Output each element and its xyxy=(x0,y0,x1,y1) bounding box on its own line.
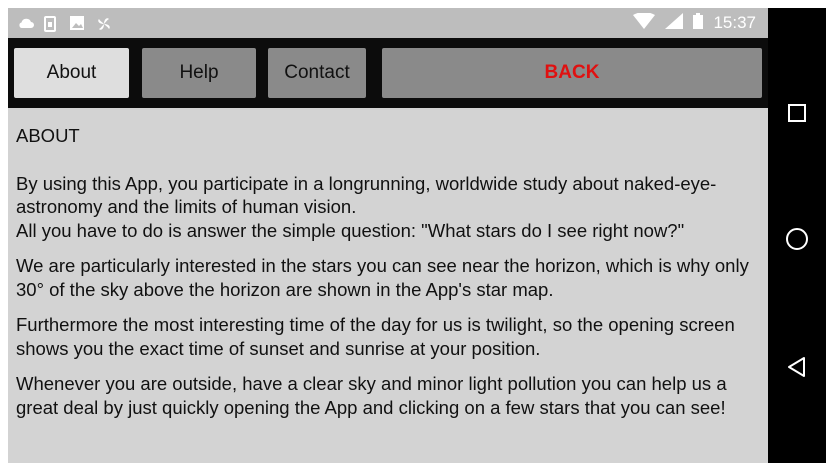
system-nav-bar xyxy=(768,8,826,463)
clock-time: 15:37 xyxy=(713,13,756,32)
about-button[interactable]: About xyxy=(14,48,129,98)
notification-icons xyxy=(8,16,110,32)
wifi-icon xyxy=(633,11,656,34)
battery-icon xyxy=(693,12,704,34)
back-icon[interactable] xyxy=(768,342,826,392)
system-indicators: 15:37 xyxy=(633,11,768,34)
intro-paragraph: By using this App, you participate in a … xyxy=(16,172,762,243)
app-screen: 15:37 About Help Contact BACK ABOUT By u… xyxy=(8,8,768,463)
contact-button[interactable]: Contact xyxy=(268,48,366,98)
fan-icon xyxy=(96,16,110,30)
image-icon xyxy=(70,16,84,30)
intro-text: By using this App, you participate in a … xyxy=(16,172,717,218)
home-icon[interactable] xyxy=(768,214,826,264)
twilight-paragraph: Furthermore the most interesting time of… xyxy=(16,314,735,359)
back-button[interactable]: BACK xyxy=(382,48,762,98)
horizon-paragraph: We are particularly interested in the st… xyxy=(16,255,749,300)
recent-apps-icon[interactable] xyxy=(768,88,826,138)
question-text: All you have to do is answer the simple … xyxy=(16,219,685,241)
page-title: ABOUT xyxy=(16,125,80,146)
status-bar: 15:37 xyxy=(8,8,768,38)
cloud-icon xyxy=(18,16,34,30)
phone-icon xyxy=(44,16,58,32)
app-toolbar: About Help Contact BACK xyxy=(8,38,768,108)
signal-icon xyxy=(665,12,684,34)
about-content: ABOUT By using this App, you participate… xyxy=(8,108,768,463)
outside-paragraph: Whenever you are outside, have a clear s… xyxy=(16,373,727,418)
help-button[interactable]: Help xyxy=(142,48,256,98)
